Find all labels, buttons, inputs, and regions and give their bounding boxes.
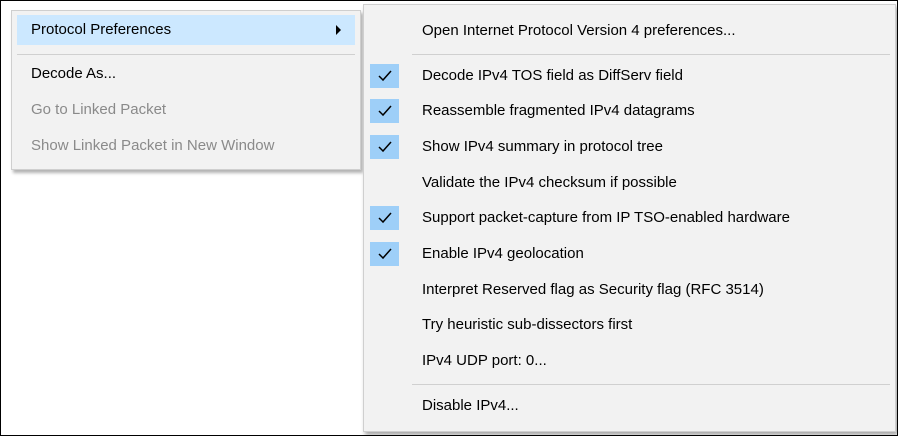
menu-item-go-to-linked-packet: Go to Linked Packet <box>17 95 355 125</box>
checkmark-icon <box>370 99 399 123</box>
submenu-item-label: Interpret Reserved flag as Security flag… <box>422 281 764 298</box>
menu-item-label: Go to Linked Packet <box>31 101 167 118</box>
submenu-item-label: Enable IPv4 geolocation <box>422 245 584 262</box>
submenu-item-label: Show IPv4 summary in protocol tree <box>422 138 663 155</box>
submenu-item-label: Try heuristic sub-dissectors first <box>422 316 633 333</box>
submenu-item-label: Support packet-capture from IP TSO-enabl… <box>422 209 790 226</box>
menu-separator <box>412 54 890 55</box>
protocol-preferences-submenu: Open Internet Protocol Version 4 prefere… <box>363 4 896 432</box>
submenu-item-label: Validate the IPv4 checksum if possible <box>422 174 677 191</box>
submenu-item-decode-tos-diffserv[interactable]: Decode IPv4 TOS field as DiffServ field <box>364 61 895 91</box>
submenu-item-disable-ipv4[interactable]: Disable IPv4... <box>364 391 895 421</box>
submenu-item-label: Open Internet Protocol Version 4 prefere… <box>422 22 736 39</box>
menu-item-protocol-preferences[interactable]: Protocol Preferences <box>17 15 355 45</box>
submenu-item-enable-geolocation[interactable]: Enable IPv4 geolocation <box>364 239 895 269</box>
submenu-item-heuristic-subdissectors[interactable]: Try heuristic sub-dissectors first <box>364 310 895 340</box>
submenu-item-label: Decode IPv4 TOS field as DiffServ field <box>422 67 683 84</box>
submenu-item-reassemble-fragmented[interactable]: Reassemble fragmented IPv4 datagrams <box>364 96 895 126</box>
submenu-item-validate-checksum[interactable]: Validate the IPv4 checksum if possible <box>364 168 895 198</box>
checkmark-icon <box>370 206 399 230</box>
menu-item-decode-as[interactable]: Decode As... <box>17 59 355 89</box>
submenu-item-label: Disable IPv4... <box>422 397 519 414</box>
context-menu: Protocol Preferences Decode As... Go to … <box>11 10 361 170</box>
chevron-right-icon <box>336 25 341 35</box>
menu-separator <box>412 384 890 385</box>
submenu-item-reserved-flag-security[interactable]: Interpret Reserved flag as Security flag… <box>364 275 895 305</box>
submenu-item-udp-port[interactable]: IPv4 UDP port: 0... <box>364 346 895 376</box>
checkmark-icon <box>370 135 399 159</box>
menu-item-label: Decode As... <box>31 65 117 82</box>
menu-item-show-linked-packet-new-window: Show Linked Packet in New Window <box>17 131 355 161</box>
checkmark-icon <box>370 64 399 88</box>
menu-separator <box>17 54 355 55</box>
submenu-item-label: IPv4 UDP port: 0... <box>422 352 547 369</box>
checkmark-icon <box>370 242 399 266</box>
menu-item-label: Protocol Preferences <box>31 21 172 38</box>
submenu-item-open-ipv4-preferences[interactable]: Open Internet Protocol Version 4 prefere… <box>364 16 895 46</box>
submenu-item-support-tso-hardware[interactable]: Support packet-capture from IP TSO-enabl… <box>364 203 895 233</box>
submenu-item-show-ipv4-summary[interactable]: Show IPv4 summary in protocol tree <box>364 132 895 162</box>
menu-item-label: Show Linked Packet in New Window <box>31 137 275 154</box>
submenu-item-label: Reassemble fragmented IPv4 datagrams <box>422 102 695 119</box>
